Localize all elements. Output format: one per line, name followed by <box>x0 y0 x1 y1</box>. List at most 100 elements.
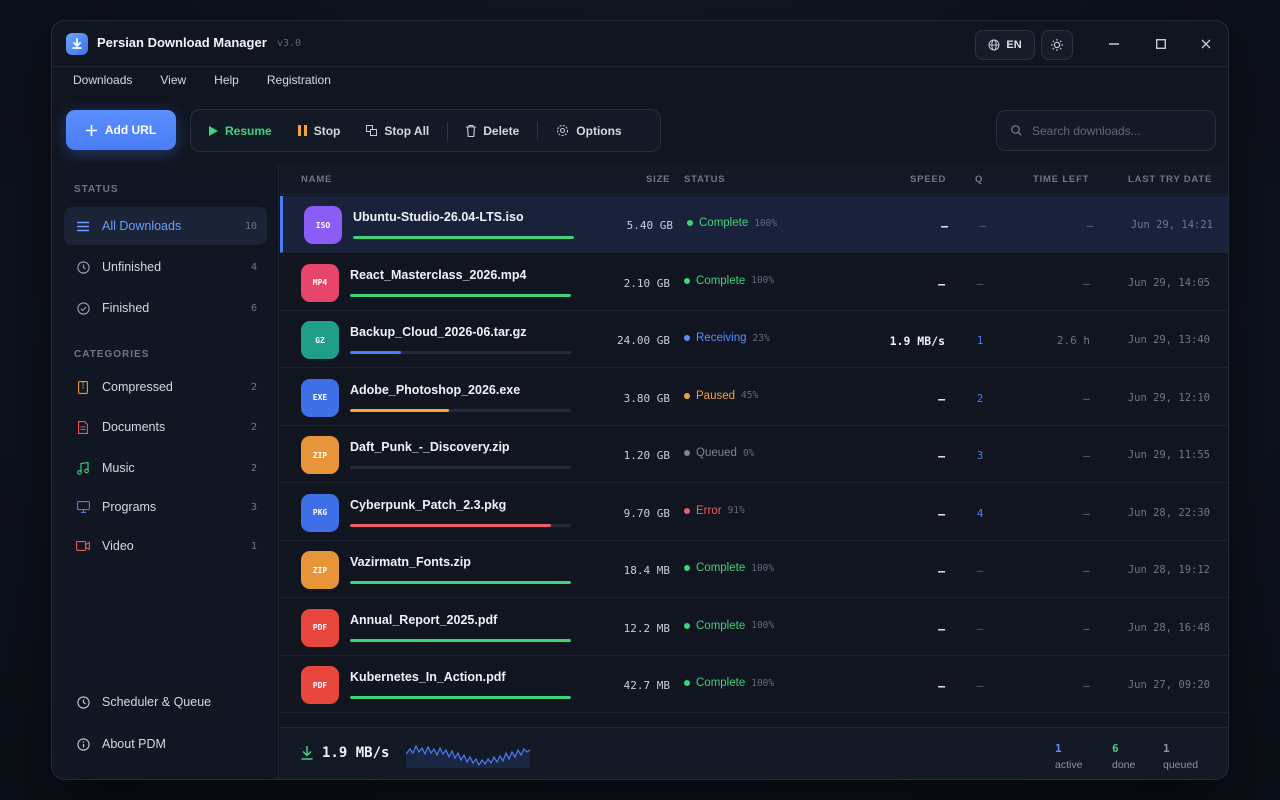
menu-view[interactable]: View <box>160 67 186 95</box>
status-cell: Receiving 23% <box>684 332 770 344</box>
menu-downloads[interactable]: Downloads <box>73 67 132 95</box>
sidebar-item-count: 1 <box>250 540 257 552</box>
file-type-badge: ZIP <box>301 436 339 474</box>
stop-button[interactable]: Stop <box>297 123 341 138</box>
language-button[interactable]: EN <box>975 30 1035 60</box>
table-row[interactable]: PDF Kubernetes_In_Action.pdf 42.7 MB Comple… <box>280 656 1228 713</box>
progress-bar <box>350 581 571 584</box>
table-row[interactable]: MP4 React_Masterclass_2026.mp4 2.10 GB Comp… <box>280 254 1228 311</box>
sidebar-item-about[interactable]: About PDM <box>64 725 267 763</box>
sidebar-item-music[interactable]: Music 2 <box>64 449 267 487</box>
resume-label: Resume <box>225 123 272 138</box>
action-toolbar: Resume Stop Stop All Delete Options <box>190 109 661 152</box>
list-icon <box>76 219 90 233</box>
file-size: 9.70 GB <box>623 506 670 520</box>
column-header-name[interactable]: NAME <box>301 174 332 185</box>
toolbar-divider <box>537 121 539 140</box>
menu-registration[interactable]: Registration <box>267 67 331 95</box>
theme-toggle-button[interactable] <box>1041 30 1073 60</box>
close-button[interactable] <box>1196 34 1216 54</box>
table-row[interactable]: ZIP Daft_Punk_-_Discovery.zip 1.20 GB Queue… <box>280 426 1228 483</box>
queue-position: – <box>979 219 987 232</box>
column-header-size[interactable]: SIZE <box>646 174 670 185</box>
sidebar-item-finished[interactable]: Finished 6 <box>64 289 267 327</box>
document-icon <box>76 420 90 434</box>
categories-heading: CATEGORIES <box>74 349 150 360</box>
file-name: Kubernetes_In_Action.pdf <box>350 670 506 684</box>
progress-bar <box>350 638 571 642</box>
table-row[interactable]: GZ Backup_Cloud_2026-06.tar.gz 24.00 GB Rec… <box>280 311 1228 368</box>
status-percent: 100% <box>751 562 775 574</box>
sidebar-item-video[interactable]: Video 1 <box>64 527 267 565</box>
table-row[interactable]: PKG Cyberpunk_Patch_2.3.pkg 9.70 GB Error 91… <box>280 484 1228 541</box>
column-header-last-try-date[interactable]: LAST TRY DATE <box>1128 174 1212 185</box>
file-name: Backup_Cloud_2026-06.tar.gz <box>350 325 527 339</box>
status-percent: 45% <box>741 390 759 401</box>
table-row[interactable]: PDF Annual_Report_2025.pdf 12.2 MB Complete… <box>280 599 1228 656</box>
progress-bar <box>350 351 571 354</box>
status-dot <box>684 277 690 284</box>
stop-all-button[interactable]: Stop All <box>366 124 429 138</box>
download-speed: — <box>938 391 945 406</box>
sidebar-item-documents[interactable]: Documents 2 <box>64 408 267 446</box>
sidebar-item-unfinished[interactable]: Unfinished 4 <box>64 248 267 286</box>
sidebar-item-label: About PDM <box>102 737 166 751</box>
resume-button[interactable]: Resume <box>209 124 272 138</box>
status-dot <box>687 220 693 226</box>
queue-position: 2 <box>976 391 984 405</box>
sidebar-item-label: Compressed <box>102 380 173 394</box>
sidebar-item-all-downloads[interactable]: All Downloads 10 <box>64 207 267 245</box>
status-text: Error <box>696 504 722 517</box>
status-cell: Complete 100% <box>684 677 774 689</box>
check-circle-icon <box>76 301 90 315</box>
table-row[interactable]: ZIP Vazirmatn_Fonts.zip 18.4 MB Complete 100… <box>280 541 1228 598</box>
file-type-badge: MP4 <box>301 263 339 302</box>
queue-position: 1 <box>976 334 984 347</box>
sidebar-item-scheduler[interactable]: Scheduler & Queue <box>64 683 267 721</box>
queue-position: – <box>976 679 984 692</box>
file-size: 3.80 GB <box>623 391 670 405</box>
download-speed: — <box>938 449 945 463</box>
time-left: 2.6 h <box>1056 334 1090 347</box>
menu-help[interactable]: Help <box>214 67 239 95</box>
downloads-table: ISO Ubuntu-Studio-26.04-LTS.iso 5.40 GB Com… <box>280 196 1228 729</box>
close-icon <box>1201 39 1211 49</box>
active-label: active <box>1055 759 1083 771</box>
sidebar-item-label: Finished <box>102 301 150 315</box>
file-type-badge: GZ <box>301 321 339 359</box>
sidebar-item-programs[interactable]: Programs 3 <box>64 488 267 526</box>
sidebar-item-count: 2 <box>250 381 257 393</box>
options-label: Options <box>576 123 622 138</box>
options-button[interactable]: Options <box>556 123 622 138</box>
column-header-status[interactable]: STATUS <box>684 174 725 185</box>
status-percent: 0% <box>742 447 755 459</box>
column-header-time-left[interactable]: TIME LEFT <box>1033 174 1089 185</box>
app-title: Persian Download Manager <box>97 35 267 50</box>
pause-icon <box>297 125 307 136</box>
time-left: – <box>1083 621 1090 635</box>
stop-label: Stop <box>313 123 341 138</box>
download-speed: — <box>938 276 945 291</box>
add-url-button[interactable]: Add URL <box>66 110 176 150</box>
minimize-button[interactable] <box>1104 34 1124 54</box>
maximize-button[interactable] <box>1151 34 1171 54</box>
file-name: React_Masterclass_2026.mp4 <box>350 267 527 282</box>
column-header-queue[interactable]: Q <box>975 174 983 185</box>
play-icon <box>209 125 218 136</box>
file-type-badge: PDF <box>301 666 339 704</box>
search-input[interactable] <box>1032 123 1202 138</box>
sidebar-item-compressed[interactable]: Compressed 2 <box>64 368 267 406</box>
status-percent: 91% <box>727 505 745 516</box>
file-name: Adobe_Photoshop_2026.exe <box>350 382 521 397</box>
table-row[interactable]: ISO Ubuntu-Studio-26.04-LTS.iso 5.40 GB Com… <box>280 196 1228 253</box>
done-count: 6 <box>1112 742 1119 755</box>
status-cell: Error 91% <box>684 505 745 517</box>
delete-button[interactable]: Delete <box>466 124 519 138</box>
status-dot <box>684 622 690 629</box>
info-icon <box>76 737 90 751</box>
last-try-date: Jun 28, 19:12 <box>1127 564 1210 576</box>
file-size: 24.00 GB <box>617 334 670 347</box>
table-row[interactable]: EXE Adobe_Photoshop_2026.exe 3.80 GB Paused… <box>280 369 1228 426</box>
sidebar-item-count: 4 <box>250 261 257 273</box>
column-header-speed[interactable]: SPEED <box>910 174 946 185</box>
